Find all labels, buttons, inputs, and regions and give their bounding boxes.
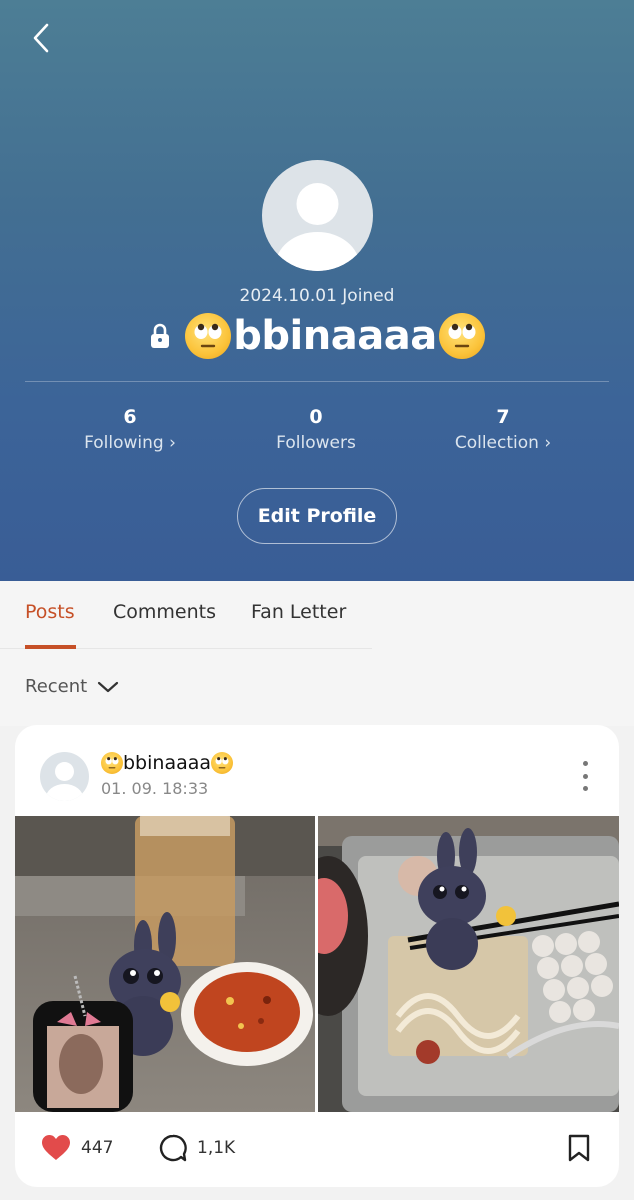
joined-date: 2024.10.01 Joined (239, 286, 395, 306)
eye-roll-emoji (101, 752, 123, 774)
more-vertical-icon (582, 761, 588, 766)
profile-avatar (262, 160, 373, 271)
edit-profile-button[interactable]: Edit Profile (237, 488, 397, 544)
eye-roll-emoji (185, 313, 232, 359)
default-avatar-icon (45, 762, 84, 801)
following-label: Following (84, 433, 164, 453)
chevron-right-icon: › (169, 433, 176, 453)
tab-bar: Posts Comments Fan Letter (0, 581, 372, 649)
chevron-left-icon (33, 23, 49, 53)
like-button[interactable]: 447 (41, 1134, 113, 1161)
post-card[interactable]: bbinaaaa 01. 09. 18:33 447 1,1K (15, 725, 619, 1187)
comment-button[interactable]: 1,1K (159, 1134, 235, 1162)
photo-plush-hotpot (318, 816, 619, 1112)
username-row: bbinaaaa (0, 308, 634, 364)
post-author-name[interactable]: bbinaaaa (101, 752, 234, 774)
bookmark-icon (568, 1134, 590, 1162)
post-actions: 447 1,1K (15, 1112, 619, 1187)
followers-count: 0 (309, 406, 323, 428)
lock-icon (151, 323, 170, 348)
sort-label: Recent (25, 676, 88, 697)
bookmark-button[interactable] (567, 1134, 591, 1162)
following-count: 6 (123, 406, 137, 428)
sort-dropdown[interactable]: Recent (25, 676, 119, 697)
eye-roll-emoji (211, 752, 234, 774)
content-section: Posts Comments Fan Letter Recent (0, 581, 634, 726)
comment-count: 1,1K (197, 1138, 236, 1158)
back-button[interactable] (22, 18, 62, 58)
heart-icon (42, 1135, 70, 1160)
comment-bubble-icon (159, 1134, 187, 1162)
post-author-label: bbinaaaa (123, 752, 212, 774)
profile-header: 2024.10.01 Joined bbinaaaa 6 Following ›… (0, 0, 634, 581)
active-tab-indicator (25, 645, 76, 649)
post-author-avatar[interactable] (40, 752, 89, 801)
profile-username: bbinaaaa (233, 313, 437, 359)
like-count: 447 (81, 1137, 114, 1158)
post-image-2[interactable] (318, 816, 619, 1112)
eye-roll-emoji (438, 313, 485, 359)
tab-comments[interactable]: Comments (113, 601, 216, 623)
post-image-1[interactable] (15, 816, 315, 1112)
stat-collection[interactable]: 7 Collection › (403, 404, 603, 456)
collection-count: 7 (496, 406, 510, 428)
header-divider (25, 381, 609, 382)
stat-followers[interactable]: 0 Followers (216, 404, 416, 456)
more-options-button[interactable] (575, 761, 595, 791)
post-timestamp: 01. 09. 18:33 (101, 779, 209, 798)
stat-following[interactable]: 6 Following › (30, 404, 230, 456)
followers-label: Followers (276, 433, 356, 453)
chevron-down-icon (98, 681, 119, 692)
tab-posts[interactable]: Posts (25, 601, 75, 623)
photo-plush-drink (15, 816, 315, 1112)
tab-fan-letter[interactable]: Fan Letter (251, 601, 346, 623)
default-avatar-icon (275, 183, 360, 271)
chevron-right-icon: › (544, 433, 552, 453)
collection-label: Collection (454, 433, 539, 453)
